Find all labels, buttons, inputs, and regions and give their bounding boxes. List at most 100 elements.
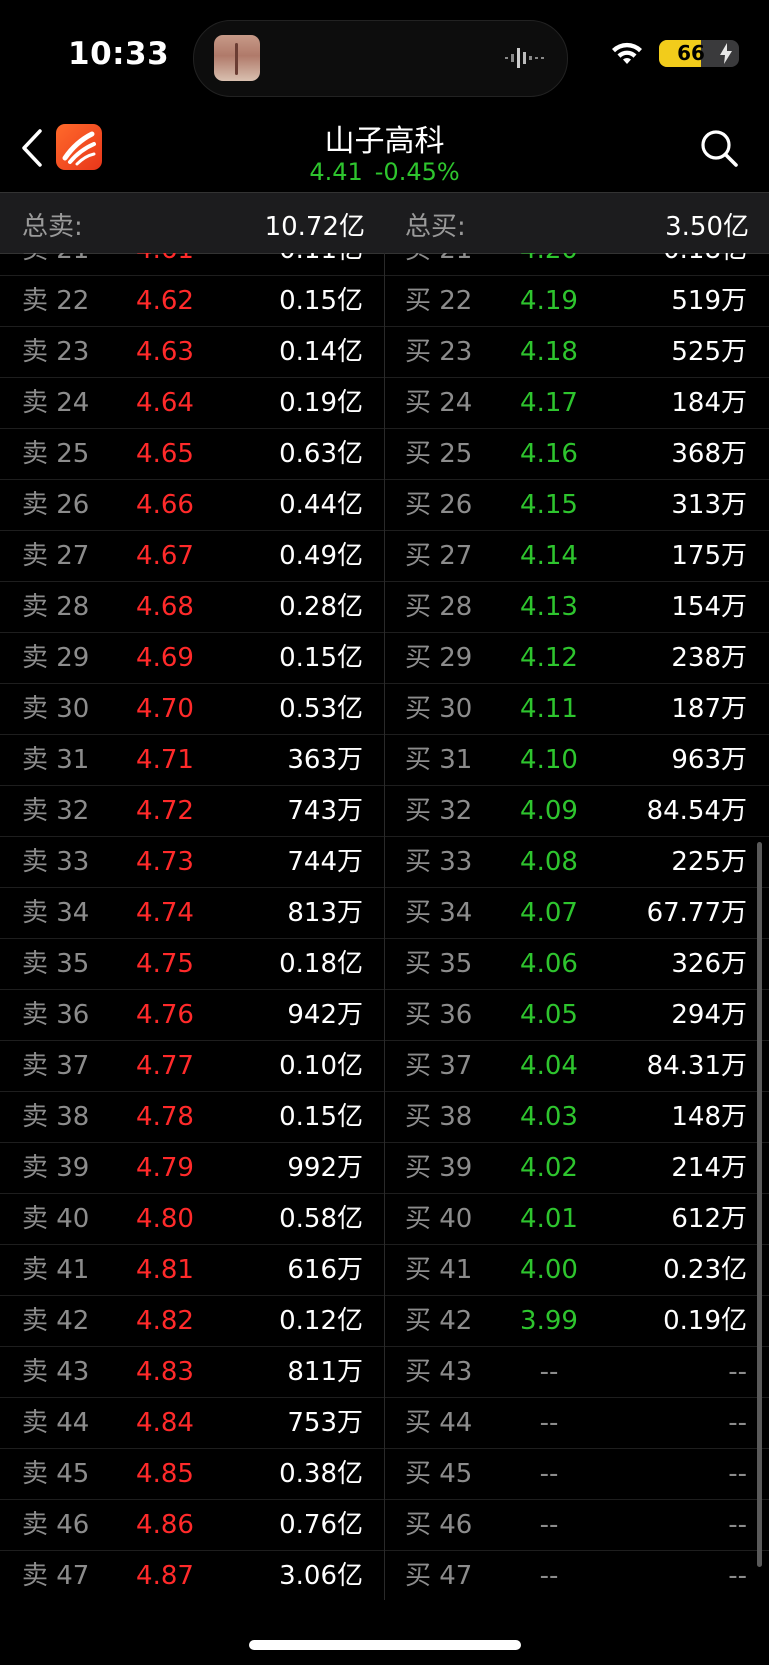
sell-volume: 743万 — [287, 796, 363, 826]
audio-waveform-icon — [505, 48, 544, 68]
buy-price: 4.17 — [520, 388, 578, 418]
buy-volume: 187万 — [671, 694, 747, 724]
sell-price: 4.74 — [136, 898, 194, 928]
sell-level-label: 卖 42 — [22, 1306, 90, 1336]
buy-volume: 84.54万 — [646, 796, 747, 826]
charging-bolt-icon — [720, 43, 732, 64]
sell-price: 4.84 — [136, 1408, 194, 1438]
sell-level-label: 卖 37 — [22, 1051, 90, 1081]
total-buy-value: 3.50亿 — [665, 212, 749, 242]
media-thumbnail — [214, 35, 260, 81]
total-buy-label: 总买: — [405, 212, 466, 242]
sell-volume: 363万 — [287, 745, 363, 775]
sell-level-label: 卖 39 — [22, 1153, 90, 1183]
sell-volume: 744万 — [287, 847, 363, 877]
buy-level-label: 买 35 — [405, 949, 473, 979]
buy-price: 4.08 — [520, 847, 578, 877]
sell-volume: 942万 — [287, 1000, 363, 1030]
sell-price: 4.87 — [136, 1561, 194, 1591]
sell-price: 4.77 — [136, 1051, 194, 1081]
buy-price: 4.02 — [520, 1153, 578, 1183]
buy-volume: 326万 — [671, 949, 747, 979]
sell-price: 4.65 — [136, 439, 194, 469]
buy-price: 4.07 — [520, 898, 578, 928]
buy-price: 4.13 — [520, 592, 578, 622]
buy-level-label: 买 41 — [405, 1255, 473, 1285]
buy-volume: 154万 — [671, 592, 747, 622]
sell-volume: 811万 — [287, 1357, 363, 1387]
nav-header: 山子高科 4.41 -0.45% — [0, 110, 769, 192]
sell-price: 4.64 — [136, 388, 194, 418]
sell-price: 4.68 — [136, 592, 194, 622]
buy-price: -- — [539, 1561, 559, 1591]
sell-volume: 0.58亿 — [279, 1204, 363, 1234]
sell-price: 4.78 — [136, 1102, 194, 1132]
sell-price: 4.62 — [136, 286, 194, 316]
buy-volume: 0.19亿 — [663, 1306, 747, 1336]
buy-level-label: 买 42 — [405, 1306, 473, 1336]
sell-level-label: 卖 33 — [22, 847, 90, 877]
battery-level: 66 — [677, 41, 705, 65]
buy-price: -- — [539, 1357, 559, 1387]
total-sell-value: 10.72亿 — [264, 212, 365, 242]
dynamic-island[interactable] — [193, 20, 568, 97]
column-divider — [384, 253, 385, 1600]
sell-price: 4.69 — [136, 643, 194, 673]
buy-level-label: 买 27 — [405, 541, 473, 571]
search-icon[interactable] — [699, 128, 739, 168]
buy-volume: 612万 — [671, 1204, 747, 1234]
buy-price: 4.12 — [520, 643, 578, 673]
buy-price: -- — [539, 1510, 559, 1540]
buy-price: 4.19 — [520, 286, 578, 316]
sell-price: 4.81 — [136, 1255, 194, 1285]
sell-level-label: 卖 38 — [22, 1102, 90, 1132]
buy-level-label: 买 21 — [405, 253, 472, 264]
buy-volume: -- — [728, 1459, 747, 1489]
buy-volume: 148万 — [671, 1102, 747, 1132]
sell-level-label: 卖 32 — [22, 796, 90, 826]
buy-level-label: 买 46 — [405, 1510, 473, 1540]
buy-volume: -- — [728, 1408, 747, 1438]
sell-volume: 0.14亿 — [279, 337, 363, 367]
buy-volume: 963万 — [671, 745, 747, 775]
sell-price: 4.79 — [136, 1153, 194, 1183]
battery-icon: 66 — [659, 40, 739, 67]
sell-volume: 0.11亿 — [279, 253, 363, 264]
buy-level-label: 买 34 — [405, 898, 473, 928]
sell-volume: 616万 — [287, 1255, 363, 1285]
buy-level-label: 买 32 — [405, 796, 473, 826]
buy-volume: 0.23亿 — [663, 1255, 747, 1285]
sell-volume: 753万 — [287, 1408, 363, 1438]
sell-level-label: 卖 34 — [22, 898, 90, 928]
buy-volume: 67.77万 — [646, 898, 747, 928]
sell-price: 4.86 — [136, 1510, 194, 1540]
buy-volume: 294万 — [671, 1000, 747, 1030]
buy-price: -- — [539, 1408, 559, 1438]
buy-level-label: 买 28 — [405, 592, 473, 622]
buy-level-label: 买 47 — [405, 1561, 473, 1591]
buy-price: 4.16 — [520, 439, 578, 469]
sell-level-label: 卖 22 — [22, 286, 90, 316]
buy-level-label: 买 38 — [405, 1102, 473, 1132]
buy-level-label: 买 33 — [405, 847, 473, 877]
buy-price: 4.18 — [520, 337, 578, 367]
sell-volume: 0.15亿 — [279, 1102, 363, 1132]
scrollbar[interactable] — [757, 842, 762, 1567]
sell-level-label: 卖 43 — [22, 1357, 90, 1387]
status-time: 10:33 — [68, 36, 170, 72]
sell-volume: 0.15亿 — [279, 643, 363, 673]
buy-price: 4.15 — [520, 490, 578, 520]
buy-price: 4.00 — [520, 1255, 578, 1285]
sell-volume: 0.28亿 — [279, 592, 363, 622]
buy-volume: 214万 — [671, 1153, 747, 1183]
buy-level-label: 买 25 — [405, 439, 473, 469]
sell-volume: 0.63亿 — [279, 439, 363, 469]
buy-volume: 175万 — [671, 541, 747, 571]
status-right: 66 — [599, 40, 739, 70]
buy-level-label: 买 24 — [405, 388, 473, 418]
buy-level-label: 买 37 — [405, 1051, 473, 1081]
stock-price: 4.41 — [309, 158, 363, 186]
sell-level-label: 卖 25 — [22, 439, 90, 469]
home-indicator[interactable] — [249, 1640, 521, 1650]
sell-volume: 0.15亿 — [279, 286, 363, 316]
